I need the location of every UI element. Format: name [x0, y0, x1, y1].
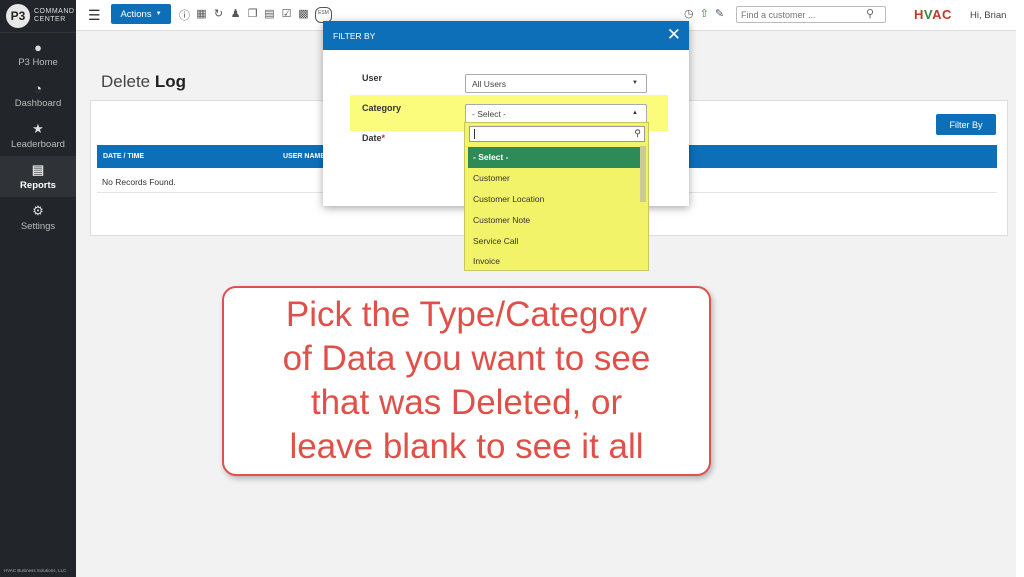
category-label: Category: [362, 103, 402, 113]
dropdown-option-invoice[interactable]: Invoice: [468, 251, 640, 272]
dropdown-option-customer-note[interactable]: Customer Note: [468, 209, 640, 230]
hvac-logo: HVAC: [914, 7, 952, 22]
calendar-icon[interactable]: ▦: [196, 7, 207, 23]
dropdown-option-customer-location[interactable]: Customer Location: [468, 189, 640, 210]
category-select[interactable]: - Select - ▲: [465, 104, 647, 123]
refresh-icon[interactable]: ↻: [213, 7, 224, 23]
callout-line: that was Deleted, or: [310, 383, 623, 422]
document-icon[interactable]: ▤: [264, 7, 275, 23]
sidebar-item-reports[interactable]: ▤ Reports: [0, 156, 76, 197]
actions-button[interactable]: Actions ▼: [111, 4, 171, 24]
right-icons: ◷ ⇧ ✎: [684, 7, 724, 20]
clock-icon[interactable]: ◷: [684, 7, 694, 20]
modal-title: FILTER BY: [333, 30, 376, 41]
caret-down-icon: ▼: [155, 11, 162, 17]
instruction-callout: Pick the Type/Category of Data you want …: [222, 286, 711, 476]
sidebar-item-label: Reports: [20, 180, 56, 191]
callout-line: leave blank to see it all: [289, 427, 644, 466]
copy-icon[interactable]: ❐: [247, 7, 258, 23]
search-icon: ⚲: [634, 128, 641, 138]
sidebar-item-leaderboard[interactable]: ★ Leaderboard: [0, 115, 76, 156]
brand-line-1: COMMAND: [34, 8, 75, 15]
user-greeting[interactable]: Hi, Brian: [970, 10, 1006, 21]
checklist-icon[interactable]: ☑: [281, 7, 292, 23]
dropdown-scrollbar[interactable]: [640, 146, 646, 202]
callout-line: Pick the Type/Category: [285, 295, 648, 334]
category-dropdown: ⚲ - Select - Customer Customer Location …: [464, 122, 649, 271]
date-label: Date*: [362, 133, 386, 143]
user-select[interactable]: All Users ▼: [465, 74, 647, 93]
sidebar-item-settings[interactable]: ⚙ Settings: [0, 197, 76, 238]
chart-icon[interactable]: ▩: [298, 7, 309, 23]
sidebar-item-dashboard[interactable]: ◔ Dashboard: [0, 74, 76, 115]
caret-down-icon: ▼: [632, 80, 638, 86]
dropdown-search-input[interactable]: ⚲: [469, 126, 645, 142]
sidebar-item-label: Dashboard: [14, 97, 62, 109]
search-icon[interactable]: ⚲: [866, 7, 874, 20]
page-title: Delete Log: [101, 72, 187, 91]
sidebar: P3 COMMAND CENTER ● P3 Home ◔ Dashboard …: [0, 0, 76, 577]
user-label: User: [362, 73, 383, 83]
sidebar-item-p3-home[interactable]: ● P3 Home: [0, 33, 76, 74]
sidebar-item-label: Leaderboard: [11, 139, 65, 150]
toolbar-icons: ⓘ ▦ ↻ ♟ ❐ ▤ ☑ ▩ ESM: [179, 7, 332, 23]
page-edge: [1016, 30, 1024, 577]
sidebar-item-label: P3 Home: [18, 56, 58, 68]
caret-up-icon: ▲: [632, 110, 638, 116]
hamburger-menu-icon[interactable]: ☰: [88, 7, 101, 24]
sidebar-footer: HVAC Business Solutions, LLC: [4, 568, 67, 573]
dropdown-option-service-call[interactable]: Service Call: [468, 230, 640, 251]
help-icon[interactable]: ⓘ: [179, 7, 190, 23]
brand[interactable]: P3 COMMAND CENTER: [0, 0, 76, 33]
edit-icon[interactable]: ✎: [715, 7, 724, 20]
trophy-icon: ★: [32, 121, 44, 136]
modal-header: FILTER BY ✕: [323, 21, 689, 50]
upload-icon[interactable]: ⇧: [700, 7, 709, 20]
brand-line-2: CENTER: [34, 16, 66, 23]
gauge-icon: ◔: [34, 80, 42, 96]
callout-line: of Data you want to see: [282, 339, 651, 378]
report-icon: ▤: [31, 162, 45, 177]
dropdown-options: - Select - Customer Customer Location Cu…: [468, 147, 640, 272]
dispatch-icon[interactable]: ♟: [230, 7, 241, 23]
sidebar-item-label: Settings: [20, 221, 56, 232]
p3-logo-icon: P3: [6, 4, 30, 28]
p3-logo-icon: ●: [34, 39, 42, 55]
close-icon[interactable]: ✕: [667, 25, 681, 45]
column-user-name[interactable]: USER NAME: [283, 153, 325, 160]
empty-message: No Records Found.: [102, 177, 176, 187]
column-date-time[interactable]: DATE / TIME: [103, 153, 144, 160]
customer-search-input[interactable]: [736, 6, 886, 23]
filter-by-button[interactable]: Filter By: [936, 114, 996, 135]
dropdown-option-select[interactable]: - Select -: [468, 147, 640, 168]
gear-icon: ⚙: [32, 203, 44, 218]
dropdown-option-customer[interactable]: Customer: [468, 168, 640, 189]
